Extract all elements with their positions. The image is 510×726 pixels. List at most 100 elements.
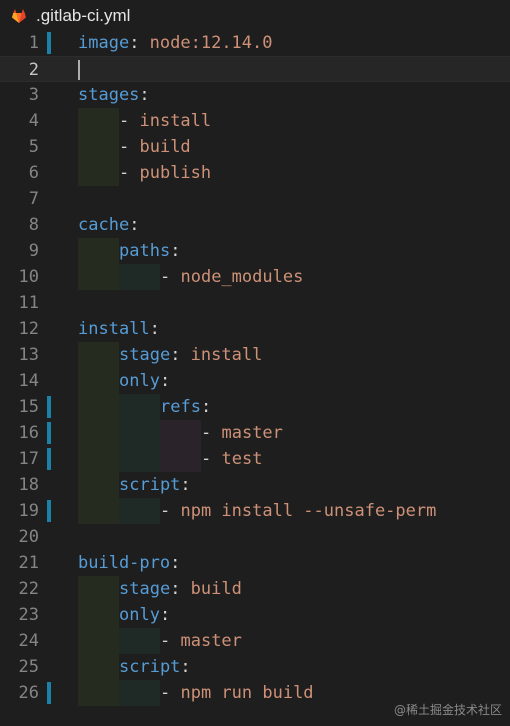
line-number: 12 [18, 319, 39, 339]
code-line[interactable]: 13 stage: install [0, 342, 510, 368]
line-number: 26 [18, 683, 39, 703]
line-number: 17 [18, 449, 39, 469]
gutter-change-marker [47, 500, 51, 522]
gutter-change-marker [47, 448, 51, 470]
gutter-change-marker [47, 32, 51, 54]
line-number: 3 [28, 85, 39, 105]
indent-guide [78, 654, 119, 680]
code-line[interactable]: 12 install: [0, 316, 510, 342]
code-text: only: [119, 605, 171, 625]
indent-guide [78, 108, 119, 134]
line-number: 7 [28, 189, 39, 209]
line-number: 22 [18, 579, 39, 599]
line-number: 9 [28, 241, 39, 261]
indent-guide [78, 342, 119, 368]
code-line[interactable]: 1 image: node:12.14.0 [0, 30, 510, 56]
code-line[interactable]: 4 - install [0, 108, 510, 134]
code-text: image: node:12.14.0 [78, 33, 273, 53]
indent-guide [78, 680, 119, 706]
line-number: 4 [28, 111, 39, 131]
line-number: 18 [18, 475, 39, 495]
watermark: @稀土掘金技术社区 [393, 703, 502, 717]
line-number: 16 [18, 423, 39, 443]
code-text: - publish [119, 163, 212, 183]
code-text: install: [78, 319, 160, 339]
gitlab-icon [12, 9, 26, 23]
code-text: - build [119, 137, 191, 157]
indent-guide [119, 680, 160, 706]
code-line[interactable]: 15 refs: [0, 394, 510, 420]
tab-title: .gitlab-ci.yml [36, 6, 131, 25]
indent-guide [78, 394, 119, 420]
indent-guide [78, 368, 119, 394]
code-text: build-pro: [78, 553, 181, 573]
code-line[interactable]: 18 script: [0, 472, 510, 498]
indent-guide [78, 472, 119, 498]
line-number: 6 [28, 163, 39, 183]
code-line[interactable]: 25 script: [0, 654, 510, 680]
indent-guide [160, 420, 201, 446]
indent-guide [160, 446, 201, 472]
code-line[interactable]: 19 - npm install --unsafe-perm [0, 498, 510, 524]
code-line[interactable]: 17 - test [0, 446, 510, 472]
code-text: - master [201, 423, 283, 443]
code-text: stage: install [119, 345, 263, 365]
code-text: paths: [119, 241, 181, 261]
code-line[interactable]: 20 [0, 524, 510, 550]
code-text: only: [119, 371, 171, 391]
gutter-change-marker [47, 422, 51, 444]
indent-guide [78, 498, 119, 524]
indent-guide [78, 134, 119, 160]
indent-guide [78, 420, 119, 446]
editor-tab[interactable]: .gitlab-ci.yml [0, 0, 510, 32]
code-line[interactable]: 16 - master [0, 420, 510, 446]
line-number: 10 [18, 267, 39, 287]
code-line[interactable]: 14 only: [0, 368, 510, 394]
code-line[interactable]: 23 only: [0, 602, 510, 628]
line-number: 24 [18, 631, 39, 651]
indent-guide [78, 446, 119, 472]
code-line[interactable]: 3 stages: [0, 82, 510, 108]
code-line[interactable]: 22 stage: build [0, 576, 510, 602]
indent-guide [119, 498, 160, 524]
code-text: script: [119, 475, 191, 495]
indent-guide [119, 446, 160, 472]
indent-guide [119, 264, 160, 290]
code-text: - node_modules [160, 267, 304, 287]
gutter-change-marker [47, 396, 51, 418]
code-line[interactable]: 6 - publish [0, 160, 510, 186]
line-number: 20 [18, 527, 39, 547]
indent-guide [78, 602, 119, 628]
code-text: stages: [78, 85, 150, 105]
indent-guide [119, 628, 160, 654]
code-line[interactable]: 11 [0, 290, 510, 316]
line-number: 1 [28, 33, 39, 53]
indent-guide [78, 238, 119, 264]
code-text: - npm run build [160, 683, 314, 703]
code-line-active[interactable]: 2 [0, 56, 510, 82]
code-line[interactable]: 7 [0, 186, 510, 212]
line-number: 8 [28, 215, 39, 235]
line-number: 21 [18, 553, 39, 573]
code-line[interactable]: 8 cache: [0, 212, 510, 238]
code-text: - install [119, 111, 212, 131]
code-editor[interactable]: 1 image: node:12.14.0 2 3 stages: 4 - in… [0, 30, 510, 726]
code-line[interactable]: 10 - node_modules [0, 264, 510, 290]
line-number: 13 [18, 345, 39, 365]
code-text: refs: [160, 397, 212, 417]
code-line[interactable]: 21 build-pro: [0, 550, 510, 576]
code-text: stage: build [119, 579, 242, 599]
code-line[interactable]: 9 paths: [0, 238, 510, 264]
indent-guide [78, 160, 119, 186]
text-cursor [78, 60, 80, 80]
line-number: 25 [18, 657, 39, 677]
line-number: 15 [18, 397, 39, 417]
code-text: script: [119, 657, 191, 677]
code-line[interactable]: 5 - build [0, 134, 510, 160]
code-text: - test [201, 449, 263, 469]
line-number: 2 [28, 60, 39, 80]
code-line[interactable]: 24 - master [0, 628, 510, 654]
code-text: - npm install --unsafe-perm [160, 501, 437, 521]
indent-guide [119, 420, 160, 446]
code-text: - master [160, 631, 242, 651]
